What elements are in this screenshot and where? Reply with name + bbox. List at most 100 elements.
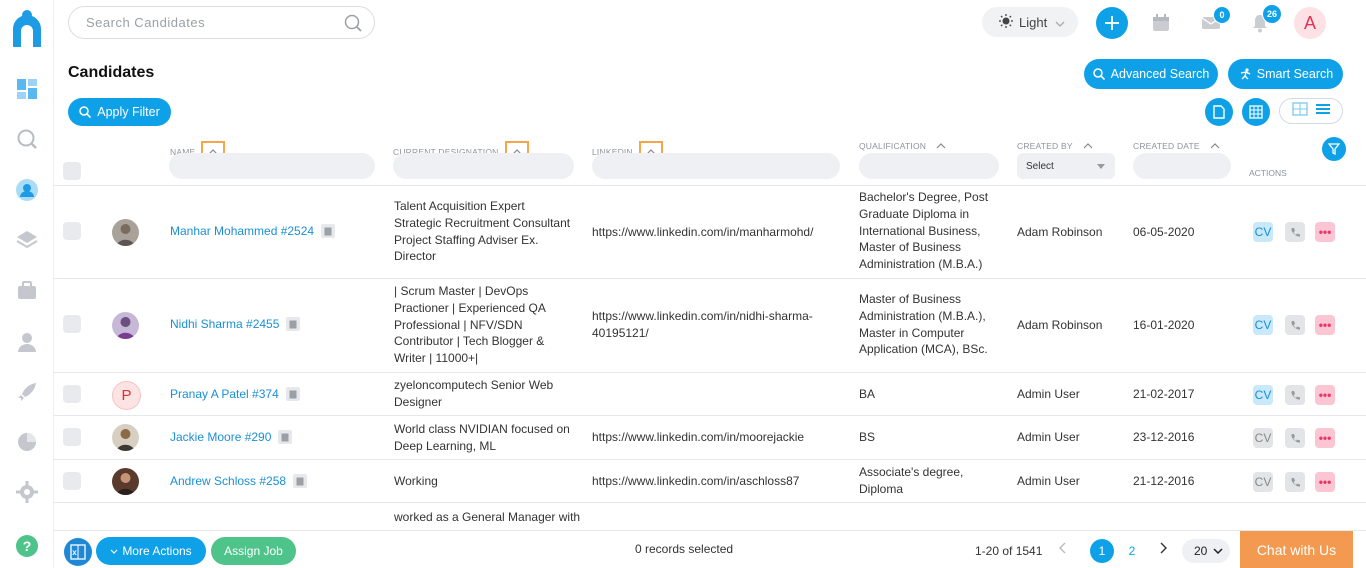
linkedin-cell[interactable]: https://www.linkedin.com/in/manharmohd/ xyxy=(592,224,842,241)
candidate-search[interactable] xyxy=(68,6,375,39)
candidate-name-link[interactable]: Nidhi Sharma #2455 xyxy=(170,317,301,331)
rocket-icon[interactable] xyxy=(15,380,39,404)
phone-icon[interactable] xyxy=(1285,385,1305,405)
candidate-name[interactable]: Manhar Mohammed #2524 xyxy=(170,224,314,238)
designation-filter-input[interactable] xyxy=(393,153,574,179)
column-header-created-date[interactable]: CREATED DATE xyxy=(1133,141,1220,151)
export-document-button[interactable] xyxy=(1205,98,1233,126)
column-header-created-by[interactable]: CREATED BY xyxy=(1017,141,1093,151)
prev-page-icon[interactable] xyxy=(1059,542,1067,557)
user-avatar[interactable]: A xyxy=(1294,7,1326,39)
table-row[interactable]: worked as a General Manager with xyxy=(54,503,1366,530)
phone-icon[interactable] xyxy=(1285,428,1305,448)
phone-icon[interactable] xyxy=(1285,222,1305,242)
cv-button[interactable]: CV xyxy=(1253,385,1273,405)
table-row[interactable]: Nidhi Sharma #2455 | Scrum Master | DevO… xyxy=(54,279,1366,373)
help-icon[interactable]: ? xyxy=(15,534,39,558)
name-filter-input[interactable] xyxy=(169,153,375,179)
table-row[interactable]: Jackie Moore #290 World class NVIDIAN fo… xyxy=(54,416,1366,460)
created-date-filter-input[interactable] xyxy=(1133,153,1231,179)
qualification-filter-input[interactable] xyxy=(859,153,999,179)
settings-gear-icon[interactable] xyxy=(15,480,39,504)
more-options-icon[interactable]: ••• xyxy=(1315,472,1335,492)
linkedin-url[interactable]: https://www.linkedin.com/in/moorejackie xyxy=(592,429,804,446)
more-options-icon[interactable]: ••• xyxy=(1315,385,1335,405)
column-filter-button[interactable] xyxy=(1322,137,1346,161)
cv-button[interactable]: CV xyxy=(1253,472,1273,492)
table-row[interactable]: Andrew Schloss #258 Working https://www.… xyxy=(54,460,1366,503)
grid-view-icon[interactable] xyxy=(1291,101,1308,121)
candidate-name[interactable]: Jackie Moore #290 xyxy=(170,430,271,444)
more-options-icon[interactable]: ••• xyxy=(1315,222,1335,242)
app-logo[interactable] xyxy=(9,9,45,49)
theme-toggle[interactable]: Light xyxy=(982,7,1078,37)
table-row[interactable]: P Pranay A Patel #374 zyeloncomputech Se… xyxy=(54,373,1366,416)
linkedin-cell[interactable]: https://www.linkedin.com/in/moorejackie xyxy=(592,429,804,446)
briefcase-icon[interactable] xyxy=(15,279,39,303)
search-nav-icon[interactable] xyxy=(15,127,39,151)
excel-export-button[interactable]: x xyxy=(64,538,92,566)
linkedin-url[interactable]: https://www.linkedin.com/in/manharmohd/ xyxy=(592,224,842,241)
candidate-name-link[interactable]: Jackie Moore #290 xyxy=(170,430,293,444)
page-2-button[interactable]: 2 xyxy=(1120,539,1144,563)
candidate-name-link[interactable]: Pranay A Patel #374 xyxy=(170,387,300,401)
candidates-nav-icon[interactable] xyxy=(15,178,39,202)
candidate-avatar[interactable] xyxy=(112,312,139,339)
column-header-qualification[interactable]: QUALIFICATION xyxy=(859,141,946,151)
created-by-select[interactable]: Select xyxy=(1017,153,1115,179)
linkedin-cell[interactable]: https://www.linkedin.com/in/nidhi-sharma… xyxy=(592,308,842,342)
linkedin-url[interactable]: 40195121/ xyxy=(592,325,842,342)
assign-job-button[interactable]: Assign Job xyxy=(211,537,296,565)
row-checkbox[interactable] xyxy=(63,315,81,333)
layers-icon[interactable] xyxy=(15,228,39,252)
phone-icon[interactable] xyxy=(1285,315,1305,335)
linkedin-filter-input[interactable] xyxy=(592,153,840,179)
sort-chevron-up-icon[interactable] xyxy=(1083,143,1093,149)
more-actions-button[interactable]: More Actions xyxy=(96,537,206,565)
add-new-button[interactable] xyxy=(1096,7,1128,39)
next-page-icon[interactable] xyxy=(1160,542,1168,557)
dashboard-icon[interactable] xyxy=(15,77,39,101)
resume-document-icon[interactable] xyxy=(293,474,308,488)
per-page-select[interactable]: 20 xyxy=(1182,539,1230,563)
resume-document-icon[interactable] xyxy=(286,317,301,331)
linkedin-cell[interactable]: https://www.linkedin.com/in/aschloss87 xyxy=(592,473,799,490)
apply-filter-button[interactable]: Apply Filter xyxy=(68,98,171,126)
resume-document-icon[interactable] xyxy=(321,224,336,238)
row-checkbox[interactable] xyxy=(63,428,81,446)
candidate-avatar[interactable] xyxy=(112,219,139,246)
phone-icon[interactable] xyxy=(1285,472,1305,492)
pie-chart-icon[interactable] xyxy=(15,430,39,454)
table-row[interactable]: Manhar Mohammed #2524 Talent Acquisition… xyxy=(54,186,1366,279)
candidate-avatar[interactable] xyxy=(112,468,139,495)
user-badge-icon[interactable] xyxy=(15,330,39,354)
select-all-checkbox[interactable] xyxy=(63,162,81,180)
page-1-button[interactable]: 1 xyxy=(1090,539,1114,563)
calendar-icon[interactable] xyxy=(1150,12,1172,34)
linkedin-url[interactable]: https://www.linkedin.com/in/nidhi-sharma… xyxy=(592,308,842,325)
more-options-icon[interactable]: ••• xyxy=(1315,315,1335,335)
candidate-name[interactable]: Andrew Schloss #258 xyxy=(170,474,286,488)
advanced-search-button[interactable]: Advanced Search xyxy=(1084,59,1218,89)
sort-chevron-up-icon[interactable] xyxy=(1210,143,1220,149)
cv-button[interactable]: CV xyxy=(1253,222,1273,242)
search-icon[interactable] xyxy=(344,14,362,37)
row-checkbox[interactable] xyxy=(63,385,81,403)
resume-document-icon[interactable] xyxy=(278,430,293,444)
smart-search-button[interactable]: Smart Search xyxy=(1228,59,1343,89)
sort-chevron-up-icon[interactable] xyxy=(936,143,946,149)
more-options-icon[interactable]: ••• xyxy=(1315,428,1335,448)
row-checkbox[interactable] xyxy=(63,472,81,490)
candidate-name-link[interactable]: Manhar Mohammed #2524 xyxy=(170,224,336,238)
linkedin-url[interactable]: https://www.linkedin.com/in/aschloss87 xyxy=(592,473,799,490)
chat-with-us-button[interactable]: Chat with Us xyxy=(1240,531,1353,568)
row-checkbox[interactable] xyxy=(63,222,81,240)
candidate-search-input[interactable] xyxy=(86,15,326,30)
candidate-name[interactable]: Pranay A Patel #374 xyxy=(170,387,279,401)
candidate-name[interactable]: Nidhi Sharma #2455 xyxy=(170,317,279,331)
grid-columns-button[interactable] xyxy=(1242,98,1270,126)
candidate-avatar[interactable]: P xyxy=(112,381,141,410)
cv-button[interactable]: CV xyxy=(1253,315,1273,335)
candidate-avatar[interactable] xyxy=(112,424,139,451)
candidate-name-link[interactable]: Andrew Schloss #258 xyxy=(170,474,308,488)
